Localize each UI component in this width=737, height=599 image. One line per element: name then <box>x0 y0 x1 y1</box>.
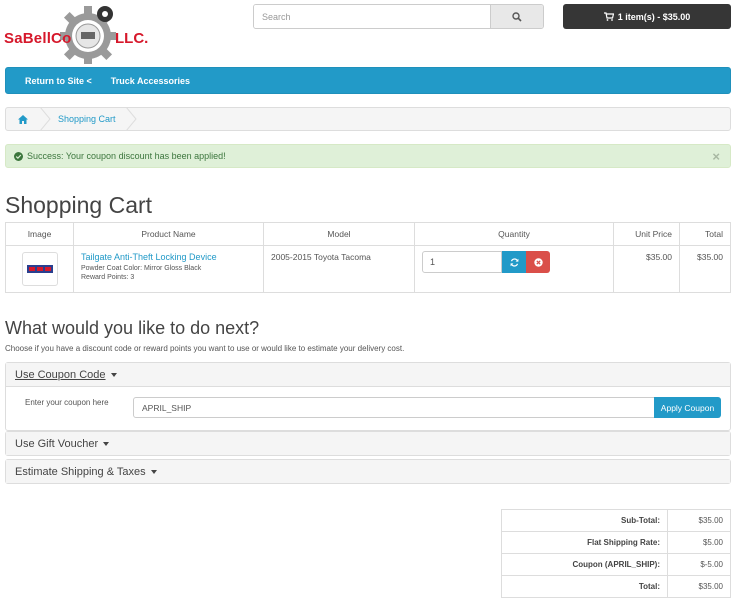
product-link[interactable]: Tailgate Anti-Theft Locking Device <box>81 252 256 262</box>
shipping-panel: Estimate Shipping & Taxes <box>5 459 731 484</box>
refresh-icon <box>510 257 518 267</box>
coupon-discount-label: Coupon (APRIL_SHIP): <box>501 553 668 576</box>
remove-icon <box>533 257 543 267</box>
shopping-cart-icon <box>603 12 614 21</box>
logo-text-suffix: LLC. <box>115 30 149 47</box>
logo-text: SaBellCo <box>4 30 72 47</box>
total-value: $35.00 <box>667 575 731 598</box>
gift-voucher-panel: Use Gift Voucher <box>5 431 731 456</box>
check-circle-icon <box>14 151 23 161</box>
column-header-image: Image <box>5 222 74 246</box>
search-button[interactable] <box>490 5 543 28</box>
totals-row: Sub-Total: $35.00 <box>501 509 731 532</box>
caret-down-icon <box>110 372 117 377</box>
search-icon <box>512 11 522 22</box>
coupon-panel-title: Use Coupon Code <box>15 368 106 381</box>
subtotal-value: $35.00 <box>667 509 731 532</box>
column-header-model: Model <box>263 222 415 246</box>
product-option: Powder Coat Color: Mirror Gloss Black <box>81 265 202 272</box>
line-total: $35.00 <box>679 245 731 293</box>
search-bar <box>253 4 544 29</box>
total-label: Total: <box>501 575 668 598</box>
column-header-total: Total <box>679 222 731 246</box>
alert-message: Success: Your coupon discount has been a… <box>27 151 226 161</box>
coupon-panel: Use Coupon Code Enter your coupon here A… <box>5 362 731 431</box>
breadcrumb-home[interactable] <box>6 114 40 124</box>
breadcrumb-separator <box>40 107 51 131</box>
product-thumbnail[interactable] <box>21 252 58 286</box>
coupon-label: Enter your coupon here <box>25 398 109 407</box>
caret-down-icon <box>150 469 157 474</box>
main-menu: Return to Site < Truck Accessories <box>5 67 731 94</box>
totals-row: Total: $35.00 <box>501 575 731 598</box>
cart-table: Image Product Name Model Quantity Unit P… <box>5 222 731 293</box>
column-header-quantity: Quantity <box>414 222 614 246</box>
table-header-row: Image Product Name Model Quantity Unit P… <box>5 222 731 246</box>
next-steps-description: Choose if you have a discount code or re… <box>5 344 405 353</box>
totals-table: Sub-Total: $35.00 Flat Shipping Rate: $5… <box>501 509 731 598</box>
shipping-panel-title: Estimate Shipping & Taxes <box>15 465 146 478</box>
caret-down-icon <box>103 441 110 446</box>
breadcrumb-separator <box>125 107 137 131</box>
quantity-input[interactable] <box>422 251 502 273</box>
subtotal-label: Sub-Total: <box>501 509 668 532</box>
menu-item-truck-accessories[interactable]: Truck Accessories <box>111 76 190 86</box>
product-image <box>26 265 53 273</box>
unit-price: $35.00 <box>613 245 680 293</box>
home-icon <box>18 114 28 124</box>
shipping-panel-toggle[interactable]: Estimate Shipping & Taxes <box>6 460 730 483</box>
product-image-cell <box>5 245 74 293</box>
shipping-label: Flat Shipping Rate: <box>501 531 668 554</box>
breadcrumb-item-shopping-cart[interactable]: Shopping Cart <box>58 114 116 124</box>
product-name-cell: Tailgate Anti-Theft Locking Device Powde… <box>73 245 264 293</box>
quantity-group <box>422 251 606 273</box>
totals-row: Coupon (APRIL_SHIP): $-5.00 <box>501 553 731 576</box>
search-input[interactable] <box>254 5 490 28</box>
page-title: Shopping Cart <box>5 192 153 218</box>
column-header-unit-price: Unit Price <box>613 222 680 246</box>
coupon-panel-body: Enter your coupon here Apply Coupon <box>6 386 730 430</box>
success-alert: Success: Your coupon discount has been a… <box>5 144 731 168</box>
site-logo[interactable]: SaBellCo LLC. <box>4 2 154 64</box>
shipping-value: $5.00 <box>667 531 731 554</box>
table-row: Tailgate Anti-Theft Locking Device Powde… <box>5 245 731 293</box>
update-quantity-button[interactable] <box>502 251 526 273</box>
quantity-cell <box>414 245 614 293</box>
remove-item-button[interactable] <box>526 251 550 273</box>
coupon-discount-value: $-5.00 <box>667 553 731 576</box>
totals-row: Flat Shipping Rate: $5.00 <box>501 531 731 554</box>
coupon-panel-toggle[interactable]: Use Coupon Code <box>6 363 730 386</box>
product-model: 2005-2015 Toyota Tacoma <box>263 245 415 293</box>
cart-summary: 1 item(s) - $35.00 <box>617 11 691 22</box>
column-header-product-name: Product Name <box>73 222 264 246</box>
gift-voucher-panel-title: Use Gift Voucher <box>15 437 99 450</box>
next-steps-heading: What would you like to do next? <box>5 318 260 338</box>
apply-coupon-button[interactable]: Apply Coupon <box>654 397 721 418</box>
product-reward-points: Reward Points: 3 <box>81 274 135 281</box>
gift-voucher-panel-toggle[interactable]: Use Gift Voucher <box>6 432 730 455</box>
close-icon[interactable]: × <box>712 149 720 164</box>
breadcrumb: Shopping Cart <box>5 107 731 131</box>
coupon-input[interactable] <box>133 397 655 418</box>
menu-item-return-to-site[interactable]: Return to Site < <box>25 76 92 86</box>
cart-dropdown-button[interactable]: 1 item(s) - $35.00 <box>563 4 731 29</box>
